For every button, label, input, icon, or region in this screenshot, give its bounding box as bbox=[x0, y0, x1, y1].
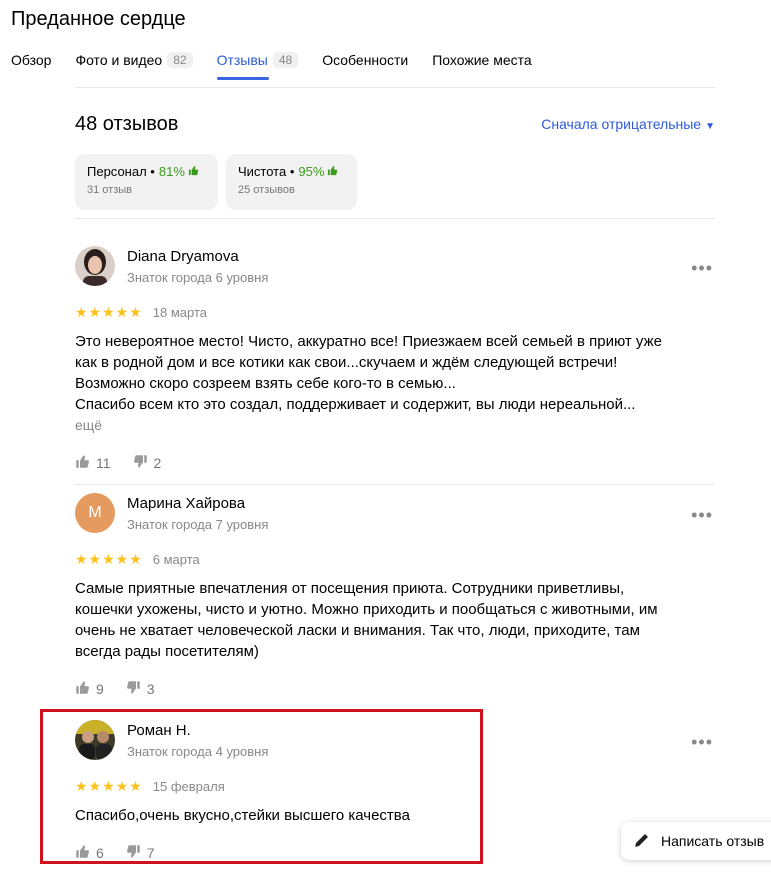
tab-overview[interactable]: Обзор bbox=[11, 50, 51, 70]
aspect-subtitle: 25 отзывов bbox=[238, 184, 295, 196]
write-review-label: Написать отзыв bbox=[661, 833, 765, 849]
rating-stars: ★★★★★ bbox=[75, 551, 143, 567]
reviews-count: 48 отзывов bbox=[75, 113, 179, 135]
thumbs-up-icon bbox=[75, 454, 96, 472]
thumbs-up-icon bbox=[327, 164, 338, 179]
highlight-box bbox=[40, 709, 483, 864]
tab-label: Особенности bbox=[322, 52, 409, 68]
caret-down-icon: ▼ bbox=[705, 121, 715, 132]
dislike-button[interactable]: 3 bbox=[126, 680, 155, 698]
tab-label: Фото и видео bbox=[75, 52, 163, 68]
avatar[interactable]: М bbox=[75, 493, 115, 533]
pencil-icon bbox=[633, 831, 661, 852]
review-text-line: всегда рады посетителям) bbox=[75, 643, 259, 660]
more-dots-icon[interactable]: ••• bbox=[691, 505, 713, 526]
thumbs-up-icon bbox=[188, 164, 199, 179]
more-dots-icon[interactable]: ••• bbox=[691, 258, 713, 279]
review-text: Самые приятные впечатления от посещения … bbox=[75, 578, 715, 662]
avatar[interactable] bbox=[75, 246, 115, 286]
tab-label: Похожие места bbox=[432, 52, 532, 68]
aspect-name: Персонал bbox=[87, 164, 147, 179]
review-author[interactable]: Diana Dryamova bbox=[127, 248, 268, 265]
tab-count-badge: 48 bbox=[272, 52, 299, 68]
tab-reviews[interactable]: Отзывы 48 bbox=[216, 50, 299, 80]
review-text-line: кошечки ухожены, чисто и уютно. Можно пр… bbox=[75, 601, 658, 618]
review-text-line: очень не хватает человеческой ласки и вн… bbox=[75, 622, 640, 639]
review-author[interactable]: Марина Хайрова bbox=[127, 495, 268, 512]
review-text-line: Спасибо всем кто это создал, поддерживае… bbox=[75, 396, 636, 413]
tab-bar: Обзор Фото и видео 82 Отзывы 48 Особенност… bbox=[11, 50, 556, 80]
read-more-link[interactable]: ещё bbox=[75, 415, 715, 436]
more-dots-icon[interactable]: ••• bbox=[691, 732, 713, 753]
thumbs-down-icon bbox=[133, 454, 154, 472]
aspect-percent: 81% bbox=[158, 164, 185, 179]
like-count: 11 bbox=[96, 455, 111, 471]
review-text-line: Это невероятное место! Чисто, аккуратно … bbox=[75, 333, 662, 350]
place-title: Преданное сердце bbox=[11, 8, 186, 30]
review-date: 18 марта bbox=[152, 305, 207, 320]
sort-dropdown[interactable]: Сначала отрицательные ▼ bbox=[541, 116, 715, 132]
review-card: М Марина Хайрова Знаток города 7 уровня … bbox=[75, 493, 715, 698]
author-level: Знаток города 6 уровня bbox=[127, 270, 269, 285]
divider bbox=[75, 484, 715, 485]
review-text: Это невероятное место! Чисто, аккуратно … bbox=[75, 331, 715, 436]
divider bbox=[75, 218, 715, 219]
review-date: 6 марта bbox=[152, 552, 200, 567]
aspect-subtitle: 31 отзыв bbox=[87, 184, 132, 196]
review-text-line: как в родной дом и все котики как свои..… bbox=[75, 354, 618, 371]
author-level: Знаток города 7 уровня bbox=[127, 517, 269, 532]
dislike-button[interactable]: 2 bbox=[133, 454, 162, 472]
tab-similar-places[interactable]: Похожие места bbox=[432, 50, 531, 70]
aspect-chips: Персонал • 81% 31 отзыв Чистота • 95% 25 о… bbox=[75, 154, 365, 210]
dislike-count: 2 bbox=[153, 455, 162, 471]
write-review-button[interactable]: Написать отзыв bbox=[621, 822, 771, 860]
aspect-chip-staff[interactable]: Персонал • 81% 31 отзыв bbox=[75, 154, 218, 210]
rating-stars: ★★★★★ bbox=[75, 304, 143, 320]
thumbs-down-icon bbox=[126, 680, 147, 698]
review-text-line: Самые приятные впечатления от посещения … bbox=[75, 580, 625, 597]
review-card: Diana Dryamova Знаток города 6 уровня ••… bbox=[75, 246, 715, 472]
like-button[interactable]: 11 bbox=[75, 454, 111, 472]
aspect-percent: 95% bbox=[298, 164, 325, 179]
tab-features[interactable]: Особенности bbox=[322, 50, 408, 70]
like-count: 9 bbox=[96, 681, 104, 697]
like-button[interactable]: 9 bbox=[75, 680, 104, 698]
dislike-count: 3 bbox=[146, 681, 155, 697]
aspect-chip-cleanliness[interactable]: Чистота • 95% 25 отзывов bbox=[226, 154, 357, 210]
tab-label: Обзор bbox=[11, 52, 52, 68]
tab-count-badge: 82 bbox=[167, 52, 193, 68]
review-text-line: Возможно скоро созреем взять себе кого-т… bbox=[75, 375, 456, 392]
divider bbox=[75, 87, 715, 88]
aspect-name: Чистота bbox=[238, 164, 287, 179]
tab-label: Отзывы bbox=[216, 52, 268, 68]
thumbs-up-icon bbox=[75, 680, 96, 698]
tab-photos-videos[interactable]: Фото и видео 82 bbox=[75, 50, 193, 70]
sort-label: Сначала отрицательные bbox=[541, 116, 702, 132]
